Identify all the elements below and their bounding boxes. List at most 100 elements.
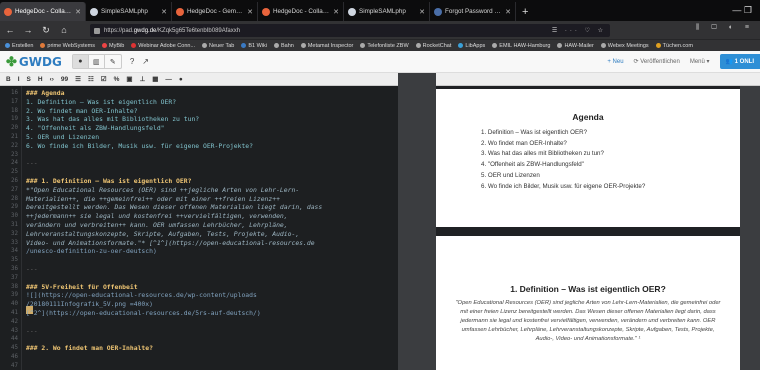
toolbar-button[interactable]: ☰ xyxy=(75,75,81,83)
editor-line[interactable]: ### 1. Definition – Was ist eigentlich O… xyxy=(26,177,191,186)
agenda-item: 4. "Offenheit als ZBW-Handlungsfeld" xyxy=(481,161,584,169)
toolbar-button[interactable]: I xyxy=(18,76,20,83)
close-tab-icon[interactable]: ✕ xyxy=(75,8,81,16)
bookmark-item[interactable]: Tüchen.com xyxy=(655,43,693,49)
toolbar-button[interactable]: H xyxy=(38,76,43,83)
edit-mode-icon[interactable]: ✎ xyxy=(105,55,121,68)
editor-line[interactable]: /unesco-definition-zu-oer-deutsch) xyxy=(26,247,157,256)
both-mode-icon[interactable]: ▥ xyxy=(89,55,105,68)
editor-line[interactable]: 4. "Offenheit als ZBW-Handlungsfeld" xyxy=(26,124,165,133)
bookmark-favicon-icon xyxy=(273,43,279,48)
bookmark-item[interactable]: RocketChat xyxy=(415,43,451,49)
bookmark-item[interactable]: EMIL HAW-Hamburg xyxy=(492,43,550,49)
editor-line[interactable]: /20180111Infografik_5V.png =400x) xyxy=(26,300,153,309)
line-number: 32 xyxy=(11,230,18,237)
help-icon[interactable]: ? xyxy=(130,57,134,66)
close-tab-icon[interactable]: ✕ xyxy=(505,8,511,16)
bookmark-item[interactable]: B1 Wiki xyxy=(241,43,267,49)
editor-line[interactable]: Lehrveranstaltungskonzepte, Skripte, Auf… xyxy=(26,230,299,239)
bookmark-item[interactable]: Neuer Tab xyxy=(202,43,234,49)
bookmark-item[interactable]: prime WebSystems xyxy=(40,43,95,49)
address-bar[interactable]: https://pad.gwdg.de/KZqk5g65Te6tenbIb089… xyxy=(90,24,610,37)
line-number: 36 xyxy=(11,266,18,272)
editor-line[interactable]: 2. Wo findet man OER-Inhalte? xyxy=(26,107,138,116)
line-number: 44 xyxy=(11,336,18,343)
forward-icon[interactable]: → xyxy=(22,25,34,35)
toolbar-button[interactable]: ▦ xyxy=(152,75,158,83)
browser-toolbar-icons[interactable]: ⫼ ▢ ◐ ≡ xyxy=(696,24,754,32)
bookmark-item[interactable]: Metamat Inspector xyxy=(300,43,353,49)
editor-line[interactable]: verändern und verbreiten++ kann. OER umf… xyxy=(26,221,288,230)
close-tab-icon[interactable]: ✕ xyxy=(161,8,167,16)
window-controls[interactable]: — ❐ xyxy=(724,5,760,21)
toolbar-button[interactable]: B xyxy=(6,76,11,83)
editor-line[interactable]: 1. Definition – Was ist eigentlich OER? xyxy=(26,98,176,107)
editor-line[interactable]: 6. Wo finde ich Bilder, Musik usw. für e… xyxy=(26,142,253,151)
editor-line[interactable]: ### 2. Wo findet man OER-Inhalte? xyxy=(26,344,153,353)
editor-line[interactable]: --- xyxy=(26,327,38,336)
toolbar-button[interactable]: 99 xyxy=(61,76,68,83)
editor-line[interactable]: *"Open Educational Resources (OER) sind … xyxy=(26,186,299,195)
bookmarks-bar: Erstellen prime WebSystems MyBib Webinar Ad… xyxy=(0,39,760,51)
view-mode-icon[interactable]: ● xyxy=(72,55,89,68)
editor-line[interactable]: ++jedermann++ sie legal und kostenfrei +… xyxy=(26,212,288,221)
browser-tab[interactable]: Forgot Password - Academic✕ xyxy=(430,2,516,21)
home-icon[interactable]: ⌂ xyxy=(58,25,70,35)
browser-tab[interactable]: HedgeDoc - Collaborative mar✕ xyxy=(0,2,86,21)
new-note-button[interactable]: + Neu xyxy=(607,59,623,65)
toolbar-button[interactable]: ☑ xyxy=(101,75,107,83)
menu-button[interactable]: Menü ▾ xyxy=(690,58,710,65)
bookmark-item[interactable]: HAW-Mailer xyxy=(557,43,594,49)
publish-button[interactable]: ⟳ Veröffentlichen xyxy=(634,58,680,65)
editor-line[interactable]: ### Agenda xyxy=(26,89,64,98)
bookmark-item[interactable]: MyBib xyxy=(101,43,124,49)
back-icon[interactable]: ← xyxy=(4,25,16,35)
bookmark-item[interactable]: Telefonliste ZBW xyxy=(360,43,409,49)
editor-line[interactable]: Materialien++, die ++gemeinfrei++ oder m… xyxy=(26,195,280,204)
toolbar-button[interactable]: ‹› xyxy=(50,76,54,83)
editor-line[interactable]: bereitgestellt werden. Das Wesen dieser … xyxy=(26,203,322,212)
bookmark-item[interactable]: Erstellen xyxy=(5,43,33,49)
bookmark-item[interactable]: Webinar Adobe Conn... xyxy=(131,43,195,49)
toolbar-button[interactable]: ⊥ xyxy=(140,75,146,83)
toolbar-button[interactable]: ▣ xyxy=(126,75,132,83)
slide-title: Agenda xyxy=(572,112,604,122)
browser-tab[interactable]: SimpleSAMLphp ✕ xyxy=(344,2,430,21)
slide-mode-icon[interactable]: ↗ xyxy=(142,57,149,66)
toolbar-button[interactable]: ● xyxy=(179,76,183,83)
editor-line[interactable]: --- xyxy=(26,265,38,274)
editor-line[interactable]: 3. Was hat das alles mit Bibliotheken zu… xyxy=(26,115,199,124)
line-number: 17 xyxy=(11,98,18,105)
browser-tab[interactable]: SimpleSAMLphp ✕ xyxy=(86,2,172,21)
bookmark-label: prime WebSystems xyxy=(47,42,95,49)
line-number: 45 xyxy=(11,345,18,352)
editor-line[interactable]: ### 5V-Freiheit für Offenbeit xyxy=(26,283,138,292)
close-tab-icon[interactable]: ✕ xyxy=(419,8,425,16)
toolbar-button[interactable]: % xyxy=(114,76,120,83)
browser-tab[interactable]: HedgeDoc - Gemeinschaftlich✕ xyxy=(172,2,258,21)
close-tab-icon[interactable]: ✕ xyxy=(247,8,253,16)
new-tab-button[interactable]: + xyxy=(516,6,534,21)
bookmark-favicon-icon xyxy=(360,43,366,48)
toolbar-button[interactable]: — xyxy=(165,76,172,83)
bookmark-item[interactable]: LibApps xyxy=(458,43,485,49)
close-tab-icon[interactable]: ✕ xyxy=(333,8,339,16)
editor-line[interactable]: [^2^](https://open-educational-resources… xyxy=(26,309,261,318)
browser-tab[interactable]: HedgeDoc - Collaborative mar✕ xyxy=(258,2,344,21)
preview-scrollbar[interactable] xyxy=(740,86,760,370)
toolbar-button[interactable]: ☷ xyxy=(88,75,94,83)
agenda-item: 6. Wo finde ich Bilder, Musik usw. für e… xyxy=(481,182,646,190)
markdown-editor[interactable]: 16 17 18 19 20 21 22 23 24 25 26 27 28 29 30 31 32 33 34 35… xyxy=(0,86,398,370)
slide-title: 1. Definition – Was ist eigentlich OER? xyxy=(510,284,666,294)
bookmark-item[interactable]: Bahn xyxy=(273,43,294,49)
bookmark-item[interactable]: Webex Meetings xyxy=(600,43,649,49)
editor-line[interactable]: --- xyxy=(26,159,38,168)
online-users-button[interactable]: 👥 1 ONLI xyxy=(719,54,760,69)
editor-line[interactable]: ![](https://open-educational-resources.d… xyxy=(26,291,257,300)
gwdg-logo[interactable]: ✤ GWDG xyxy=(0,54,62,70)
address-bar-tools[interactable]: ☰ ··· ♡ ☆ xyxy=(552,27,606,34)
editor-line[interactable]: 5. OER und Lizenzen xyxy=(26,133,99,142)
editor-line[interactable]: Video- und Animationsformate."* [^1^](ht… xyxy=(26,239,315,248)
reload-icon[interactable]: ↻ xyxy=(40,25,52,36)
toolbar-button[interactable]: S xyxy=(27,76,31,83)
